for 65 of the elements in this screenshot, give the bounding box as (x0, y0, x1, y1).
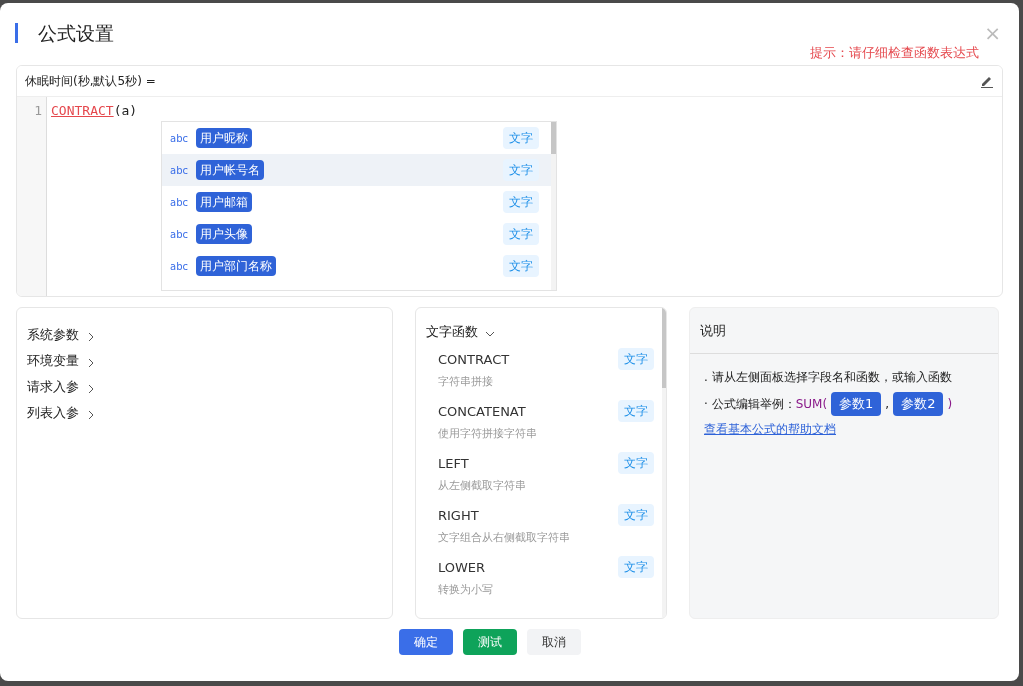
function-description: 字符串拼接 (438, 373, 494, 390)
paren-text: ) (947, 395, 953, 413)
function-token: SUM( (795, 395, 828, 413)
suggestion-item[interactable]: abc 用户邮箱 文字 (162, 186, 551, 218)
text-type-icon: abc (170, 130, 196, 146)
help-text: · 公式编辑举例： (704, 395, 796, 413)
type-tag: 文字 (618, 504, 654, 526)
field-chip: 用户昵称 (196, 128, 252, 148)
scrollbar-thumb[interactable] (662, 308, 666, 388)
formula-label: 休眠时间(秒,默认5秒) = (25, 73, 156, 90)
function-name: LOWER (438, 559, 487, 577)
field-chip: 用户帐号名 (196, 160, 264, 180)
type-tag: 文字 (503, 223, 539, 245)
function-group[interactable]: 文字函数 (426, 322, 654, 342)
type-tag: 文字 (503, 127, 539, 149)
function-description: 文字组合从右侧截取字符串 (438, 529, 570, 546)
function-item[interactable]: LEFT 从左侧截取字符串 文字 (426, 450, 654, 502)
dialog-button[interactable]: 取消 (526, 629, 581, 655)
edit-icon[interactable] (980, 74, 994, 88)
function-item[interactable]: LOWER 转换为小写 文字 (426, 554, 654, 606)
type-tag: 文字 (618, 348, 654, 370)
suggestion-item[interactable]: abc 用户帐号名 文字 (162, 154, 551, 186)
function-name: RIGHT (438, 507, 480, 525)
field-group[interactable]: 系统参数 (27, 322, 392, 348)
field-chip: 用户部门名称 (196, 256, 276, 276)
type-tag: 文字 (618, 452, 654, 474)
function-item[interactable]: CONTRACT 字符串拼接 文字 (426, 346, 654, 398)
help-link[interactable]: 查看基本公式的帮助文档 (704, 419, 984, 438)
suggestion-item[interactable]: abc 用户昵称 文字 (162, 122, 551, 154)
function-description: 使用字符拼接字符串 (438, 425, 537, 442)
suggestion-item[interactable]: abc 用户头像 文字 (162, 218, 551, 250)
param-chip: 参数1 (831, 392, 882, 416)
field-group[interactable]: 列表入参 (27, 400, 392, 426)
text-type-icon: abc (170, 194, 196, 210)
type-tag: 文字 (503, 255, 539, 277)
type-tag: 文字 (618, 400, 654, 422)
hint-text: 提示：请仔细检查函数表达式 (810, 44, 979, 61)
help-title: 说明 (700, 321, 726, 340)
field-chip: 用户邮箱 (196, 192, 252, 212)
function-item[interactable]: RIGHT 文字组合从右侧截取字符串 文字 (426, 502, 654, 554)
text-type-icon: abc (170, 226, 196, 242)
scrollbar-thumb[interactable] (551, 122, 556, 154)
function-description: 转换为小写 (438, 581, 493, 598)
type-tag: 文字 (618, 556, 654, 578)
function-token: CONTRACT (51, 102, 114, 120)
function-name: CONTRACT (438, 351, 510, 369)
dialog-title: 公式设置 (38, 20, 114, 46)
param-chip: 参数2 (893, 392, 944, 416)
function-name: CONCATENAT (438, 403, 527, 421)
field-chip: 用户头像 (196, 224, 252, 244)
field-group[interactable]: 环境变量 (27, 348, 392, 374)
type-tag: 文字 (503, 159, 539, 181)
text-type-icon: abc (170, 258, 196, 274)
dialog-button[interactable]: 确定 (398, 629, 453, 655)
function-item[interactable]: CONCATENAT 使用字符拼接字符串 文字 (426, 398, 654, 450)
help-text: . 请从左侧面板选择字段名和函数，或输入函数 (704, 369, 953, 386)
type-tag: 文字 (503, 191, 539, 213)
line-number: 1 (33, 102, 42, 120)
function-description: 从左侧截取字符串 (438, 477, 526, 494)
text-type-icon: abc (170, 162, 196, 178)
comma-text: , (885, 395, 890, 413)
code-text: (a) (113, 102, 138, 120)
function-name: LEFT (438, 455, 470, 473)
suggestion-item[interactable]: abc 用户部门名称 文字 (162, 250, 551, 282)
field-group[interactable]: 请求入参 (27, 374, 392, 400)
